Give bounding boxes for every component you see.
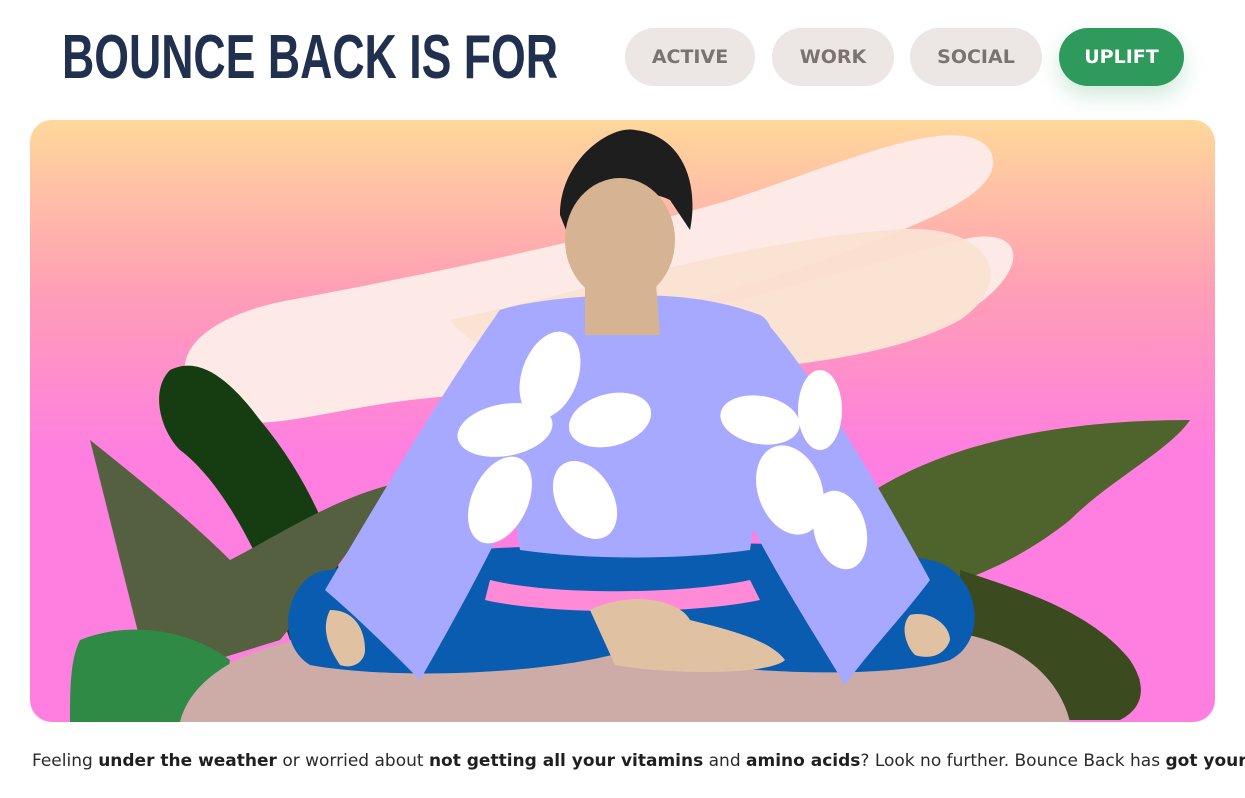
caption-highlight: not getting all your vitamins bbox=[428, 751, 704, 771]
tab-social[interactable]: SOCIAL bbox=[910, 28, 1042, 86]
caption-text: Feeling bbox=[32, 751, 99, 771]
meditating-person-illustration bbox=[30, 120, 1215, 722]
tab-work[interactable]: WORK bbox=[772, 28, 894, 86]
caption-highlight: got your back bbox=[1165, 751, 1245, 771]
description-text: Feeling under the weather or worried abo… bbox=[32, 751, 1245, 771]
tab-active[interactable]: ACTIVE bbox=[625, 28, 755, 86]
caption-text: and bbox=[703, 751, 747, 771]
tab-uplift[interactable]: UPLIFT bbox=[1059, 28, 1184, 86]
caption-highlight: amino acids bbox=[746, 751, 861, 771]
caption-highlight: under the weather bbox=[98, 751, 277, 771]
caption-text: or worried about bbox=[276, 751, 429, 771]
hero-illustration bbox=[30, 120, 1215, 722]
caption-text: ? Look no further. Bounce Back has bbox=[860, 751, 1166, 771]
face bbox=[565, 178, 675, 302]
page-title: BOUNCE BACK IS FOR bbox=[62, 23, 559, 92]
